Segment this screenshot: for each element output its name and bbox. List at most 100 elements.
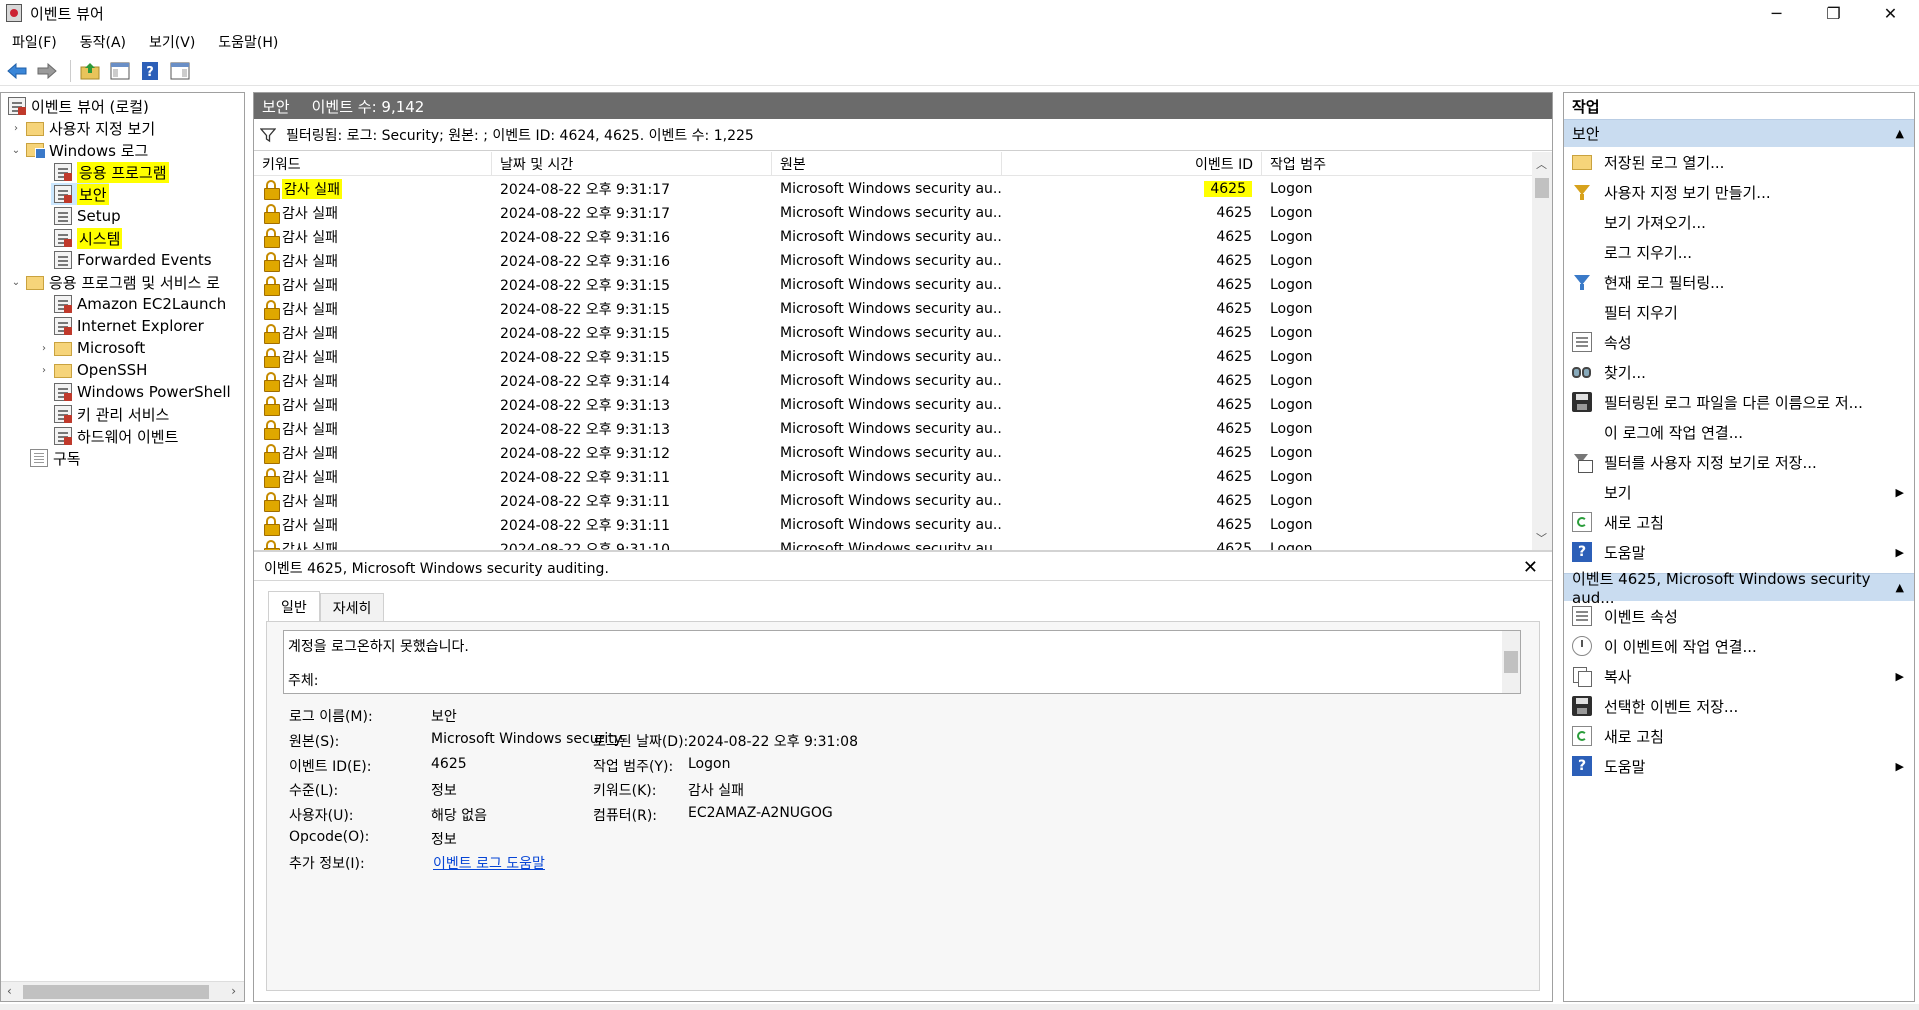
tab-details[interactable]: 자세히 <box>319 593 385 621</box>
show-hide-tree-button[interactable] <box>107 59 133 83</box>
table-row[interactable]: 감사 실패 2024-08-22 오후 9:31:16 Microsoft Wind… <box>254 225 1532 249</box>
help-button[interactable]: ? <box>137 59 163 83</box>
tree-item-openssh[interactable]: › OpenSSH <box>37 359 147 381</box>
action-help-event[interactable]: ? 도움말 ▶ <box>1564 751 1914 781</box>
chevron-down-icon[interactable]: ⌄ <box>9 145 23 156</box>
menu-help[interactable]: 도움말(H) <box>206 32 289 52</box>
minimize-button[interactable]: ─ <box>1748 0 1805 26</box>
tree-item-security[interactable]: 보안 <box>51 183 109 205</box>
action-refresh-event[interactable]: 새로 고침 <box>1564 721 1914 751</box>
menu-file[interactable]: 파일(F) <box>0 32 68 52</box>
action-attach-task-to-log[interactable]: 이 로그에 작업 연결... <box>1564 417 1914 447</box>
event-message-box[interactable]: 계정을 로그온하지 못했습니다. 주체: <box>283 630 1521 694</box>
menu-view[interactable]: 보기(V) <box>137 32 206 52</box>
tree-item-apps-services[interactable]: ⌄ 응용 프로그램 및 서비스 로 <box>9 271 220 293</box>
scroll-down-icon[interactable]: ﹀ <box>1536 530 1547 546</box>
cell-date-time-text: 2024-08-22 오후 9:31:15 <box>500 326 670 342</box>
back-button[interactable] <box>4 59 30 83</box>
table-row[interactable]: 감사 실패 2024-08-22 오후 9:31:13 Microsoft Wind… <box>254 417 1532 441</box>
scroll-left-icon[interactable]: ‹ <box>7 984 12 998</box>
scrollbar-thumb[interactable] <box>23 985 209 999</box>
action-event-properties[interactable]: 이벤트 속성 <box>1564 601 1914 631</box>
table-row[interactable]: 감사 실패 2024-08-22 오후 9:31:12 Microsoft Wind… <box>254 441 1532 465</box>
tree-item-hardware-events[interactable]: 하드웨어 이벤트 <box>51 425 178 447</box>
chevron-right-icon[interactable]: › <box>9 123 23 134</box>
chevron-right-icon[interactable]: › <box>37 343 51 354</box>
table-row[interactable]: 감사 실패 2024-08-22 오후 9:31:16 Microsoft Wind… <box>254 249 1532 273</box>
tree-item-setup[interactable]: Setup <box>51 205 121 227</box>
actions-section-security[interactable]: 보안 ▲ <box>1564 119 1914 147</box>
table-row[interactable]: 감사 실패 2024-08-22 오후 9:31:11 Microsoft Wind… <box>254 513 1532 537</box>
column-header-source[interactable]: 원본 <box>772 152 1002 176</box>
actions-section-event[interactable]: 이벤트 4625, Microsoft Windows security aud… <box>1564 570 1914 607</box>
up-level-button[interactable] <box>77 59 103 83</box>
table-row[interactable]: 감사 실패 2024-08-22 오후 9:31:15 Microsoft Wind… <box>254 297 1532 321</box>
column-header-date-time[interactable]: 날짜 및 시간 <box>492 152 772 176</box>
scrollbar-thumb[interactable] <box>1535 178 1549 198</box>
table-row[interactable]: 감사 실패 2024-08-22 오후 9:31:17 Microsoft Wind… <box>254 201 1532 225</box>
cell-source: Microsoft Windows security au... <box>772 537 1002 550</box>
event-log-help-link[interactable]: 이벤트 로그 도움말 <box>433 853 545 873</box>
chevron-down-icon[interactable]: ⌄ <box>9 277 23 288</box>
table-row[interactable]: 감사 실패 2024-08-22 오후 9:31:15 Microsoft Wind… <box>254 345 1532 369</box>
tree-item-root[interactable]: 이벤트 뷰어 (로컬) <box>5 95 149 117</box>
table-row[interactable]: 감사 실패 2024-08-22 오후 9:31:13 Microsoft Wind… <box>254 393 1532 417</box>
action-clear-filter[interactable]: 필터 지우기 <box>1564 297 1914 327</box>
action-copy[interactable]: 복사 ▶ <box>1564 661 1914 691</box>
scrollbar-thumb[interactable] <box>1504 651 1518 673</box>
action-view[interactable]: 보기 ▶ <box>1564 477 1914 507</box>
table-row[interactable]: 감사 실패 2024-08-22 오후 9:31:10 Microsoft Wind… <box>254 537 1532 550</box>
action-create-custom-view[interactable]: 사용자 지정 보기 만들기... <box>1564 177 1914 207</box>
tree-item-forwarded-events[interactable]: Forwarded Events <box>51 249 212 271</box>
action-import-view[interactable]: 보기 가져오기... <box>1564 207 1914 237</box>
action-attach-task-to-event[interactable]: 이 이벤트에 작업 연결... <box>1564 631 1914 661</box>
action-save-filtered-log[interactable]: 필터링된 로그 파일을 다른 이름으로 저... <box>1564 387 1914 417</box>
submenu-arrow-icon: ▶ <box>1895 545 1904 559</box>
table-row[interactable]: 감사 실패 2024-08-22 오후 9:31:17 Microsoft Wind… <box>254 177 1532 201</box>
collapse-icon[interactable]: ▲ <box>1896 581 1904 594</box>
table-row[interactable]: 감사 실패 2024-08-22 오후 9:31:11 Microsoft Wind… <box>254 465 1532 489</box>
table-row[interactable]: 감사 실패 2024-08-22 오후 9:31:15 Microsoft Wind… <box>254 321 1532 345</box>
action-properties[interactable]: 속성 <box>1564 327 1914 357</box>
table-row[interactable]: 감사 실패 2024-08-22 오후 9:31:11 Microsoft Wind… <box>254 489 1532 513</box>
action-open-saved-log[interactable]: 저장된 로그 열기... <box>1564 147 1914 177</box>
table-row[interactable]: 감사 실패 2024-08-22 오후 9:31:15 Microsoft Wind… <box>254 273 1532 297</box>
grid-vertical-scrollbar[interactable]: ︿ ﹀ <box>1532 152 1552 550</box>
close-button[interactable]: ✕ <box>1862 0 1919 26</box>
forward-button[interactable] <box>34 59 60 83</box>
menu-action[interactable]: 동작(A) <box>68 32 137 52</box>
show-hide-actions-button[interactable] <box>167 59 193 83</box>
scroll-up-icon[interactable]: ︿ <box>1536 156 1547 172</box>
tree-item-microsoft[interactable]: › Microsoft <box>37 337 145 359</box>
close-details-icon[interactable]: ✕ <box>1523 557 1538 578</box>
action-filter-current-log[interactable]: 현재 로그 필터링... <box>1564 267 1914 297</box>
message-scrollbar[interactable] <box>1502 631 1520 693</box>
collapse-icon[interactable]: ▲ <box>1896 127 1904 140</box>
value-keywords: 감사 실패 <box>688 783 744 799</box>
tab-general[interactable]: 일반 <box>268 591 320 621</box>
tree-item-application[interactable]: 응용 프로그램 <box>51 161 169 183</box>
tree-item-key-management[interactable]: 키 관리 서비스 <box>51 403 169 425</box>
action-save-selected-events[interactable]: 선택한 이벤트 저장... <box>1564 691 1914 721</box>
column-header-event-id[interactable]: 이벤트 ID <box>1002 152 1262 176</box>
tree-item-subscriptions[interactable]: 구독 <box>27 447 81 469</box>
action-label: 이 이벤트에 작업 연결... <box>1604 637 1757 656</box>
chevron-right-icon[interactable]: › <box>37 365 51 376</box>
tree-item-internet-explorer[interactable]: Internet Explorer <box>51 315 204 337</box>
tree-item-amazon-ec2launch[interactable]: Amazon EC2Launch <box>51 293 226 315</box>
column-header-keywords[interactable]: 키워드 <box>254 152 492 176</box>
action-find[interactable]: 찾기... <box>1564 357 1914 387</box>
action-refresh[interactable]: 새로 고침 <box>1564 507 1914 537</box>
action-clear-log[interactable]: 로그 지우기... <box>1564 237 1914 267</box>
column-header-task-category[interactable]: 작업 범주 <box>1262 152 1532 176</box>
action-help[interactable]: ? 도움말 ▶ <box>1564 537 1914 567</box>
tree-item-windows-powershell[interactable]: Windows PowerShell <box>51 381 231 403</box>
scroll-right-icon[interactable]: › <box>231 984 236 998</box>
tree-item-system[interactable]: 시스템 <box>51 227 123 249</box>
tree-item-windows-logs[interactable]: ⌄ Windows 로그 <box>9 139 149 161</box>
action-save-filter-as-view[interactable]: 필터를 사용자 지정 보기로 저장... <box>1564 447 1914 477</box>
tree-horizontal-scrollbar[interactable]: ‹ › <box>1 981 244 1001</box>
table-row[interactable]: 감사 실패 2024-08-22 오후 9:31:14 Microsoft Wind… <box>254 369 1532 393</box>
maximize-button[interactable]: ❐ <box>1805 0 1862 26</box>
tree-item-custom-views[interactable]: › 사용자 지정 보기 <box>9 117 155 139</box>
